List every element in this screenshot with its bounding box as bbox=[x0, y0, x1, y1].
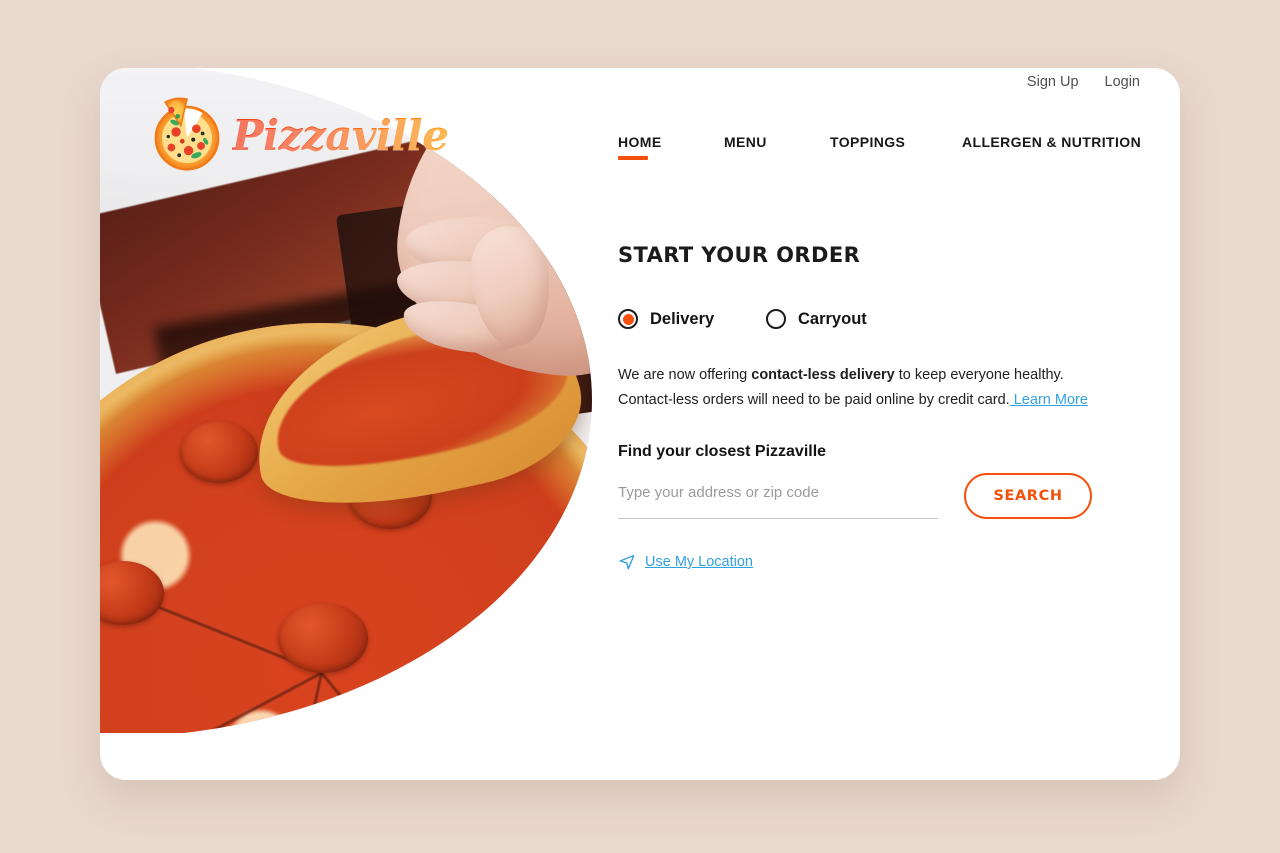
nav-active-indicator bbox=[618, 156, 648, 160]
pizza-slice-icon bbox=[154, 97, 220, 171]
use-my-location-link[interactable]: Use My Location bbox=[618, 553, 753, 571]
nav-item-menu[interactable]: MENU bbox=[724, 134, 830, 160]
brand-logo[interactable]: Pizzaville bbox=[148, 96, 449, 174]
order-type-radio-group: Delivery Carryout bbox=[618, 309, 1138, 329]
radio-delivery-label: Delivery bbox=[650, 309, 715, 328]
navigation-arrow-icon bbox=[619, 554, 635, 570]
pepperoni bbox=[460, 631, 536, 691]
radio-option-carryout[interactable]: Carryout bbox=[766, 309, 867, 329]
nav-item-home[interactable]: HOME bbox=[618, 134, 724, 160]
wrist bbox=[513, 68, 592, 253]
notice-line2: Contact-less orders will need to be paid… bbox=[618, 392, 1010, 408]
use-my-location-label: Use My Location bbox=[645, 554, 753, 570]
app-card: Pizzaville Sign Up Login HOME MENU TOPPI… bbox=[100, 68, 1180, 780]
radio-option-delivery[interactable]: Delivery bbox=[618, 309, 766, 329]
nav-item-allergen-label: ALLERGEN & NUTRITION bbox=[962, 134, 1142, 150]
search-input[interactable] bbox=[618, 473, 938, 519]
nav-item-allergen-nutrition[interactable]: ALLERGEN & NUTRITION bbox=[962, 134, 1141, 160]
notice-line1-before: We are now offering bbox=[618, 367, 752, 383]
find-store-label: Find your closest Pizzaville bbox=[618, 443, 827, 460]
page-title: START YOUR ORDER bbox=[618, 243, 861, 267]
start-order-section: START YOUR ORDER Delivery Carryout We ar… bbox=[618, 243, 1138, 571]
sign-up-link[interactable]: Sign Up bbox=[1027, 74, 1079, 90]
login-link[interactable]: Login bbox=[1105, 74, 1140, 90]
radio-carryout-label: Carryout bbox=[798, 309, 867, 328]
radio-carryout-indicator[interactable] bbox=[766, 309, 786, 329]
nav-item-toppings[interactable]: TOPPINGS bbox=[830, 134, 962, 160]
pepperoni bbox=[180, 421, 258, 483]
auth-links: Sign Up Login bbox=[1027, 74, 1140, 90]
nav-item-toppings-label: TOPPINGS bbox=[830, 134, 906, 150]
store-search-row: SEARCH bbox=[618, 473, 1138, 519]
nav-item-menu-label: MENU bbox=[724, 134, 767, 150]
brand-wordmark: Pizzaville bbox=[232, 110, 449, 160]
search-button[interactable]: SEARCH bbox=[964, 473, 1092, 519]
nav-item-home-label: HOME bbox=[618, 134, 662, 150]
radio-delivery-indicator[interactable] bbox=[618, 309, 638, 329]
pepperoni bbox=[278, 603, 368, 673]
main-nav: HOME MENU TOPPINGS ALLERGEN & NUTRITION bbox=[618, 134, 1141, 160]
learn-more-link[interactable]: Learn More bbox=[1010, 392, 1088, 408]
notice-line1-bold: contact-less delivery bbox=[751, 367, 895, 383]
contactless-notice: We are now offering contact-less deliver… bbox=[618, 363, 1098, 413]
notice-line1-after: to keep everyone healthy. bbox=[894, 367, 1064, 383]
